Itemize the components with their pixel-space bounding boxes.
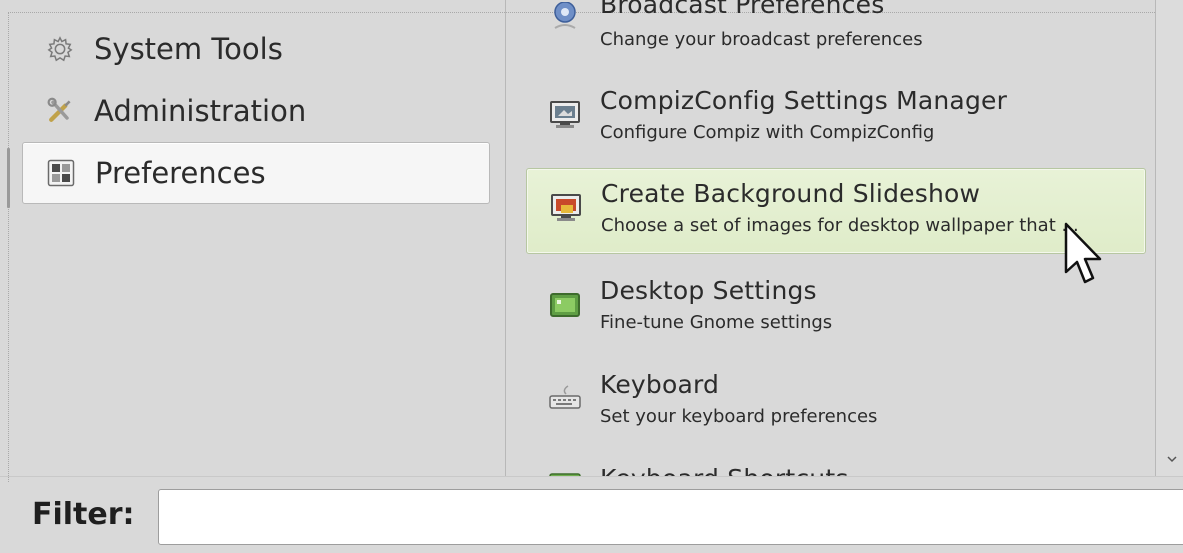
category-label: Preferences <box>95 156 266 190</box>
monitor-icon <box>548 100 582 130</box>
category-administration[interactable]: Administration <box>22 80 490 142</box>
category-label: System Tools <box>94 32 283 66</box>
app-name: CompizConfig Settings Manager <box>600 86 1008 115</box>
app-desktop-settings[interactable]: Desktop Settings Fine-tune Gnome setting… <box>526 270 1146 356</box>
app-broadcast-preferences[interactable]: Broadcast Preferences Change your broadc… <box>526 0 1146 54</box>
slideshow-icon <box>549 193 583 223</box>
broadcast-icon <box>548 1 582 32</box>
app-name: Broadcast Preferences <box>600 0 885 19</box>
tools-icon <box>46 97 74 125</box>
filter-input[interactable] <box>158 489 1183 545</box>
preferences-icon <box>47 159 75 187</box>
category-list: System Tools Administration Preferences <box>22 18 490 204</box>
window-left-border <box>8 12 9 482</box>
app-name: Desktop Settings <box>600 276 817 305</box>
app-description: Configure Compiz with CompizConfig <box>600 122 935 143</box>
app-name: Keyboard Shortcuts <box>600 464 849 476</box>
app-description: Choose a set of images for desktop wallp… <box>601 215 1079 236</box>
app-compizconfig-settings-manager[interactable]: CompizConfig Settings Manager Configure … <box>526 80 1146 166</box>
application-list: Broadcast Preferences Change your broadc… <box>506 0 1153 476</box>
category-system-tools[interactable]: System Tools <box>22 18 490 80</box>
pane-resize-handle[interactable] <box>7 148 10 208</box>
app-description: Change your broadcast preferences <box>600 29 923 50</box>
filter-bar: Filter: <box>0 476 1183 553</box>
app-create-background-slideshow[interactable]: Create Background Slideshow Choose a set… <box>526 168 1146 254</box>
app-keyboard[interactable]: Keyboard Set your keyboard preferences <box>526 364 1146 450</box>
app-description: Fine-tune Gnome settings <box>600 312 833 333</box>
app-keyboard-shortcuts[interactable]: Keyboard Shortcuts <box>526 458 1146 476</box>
app-name: Keyboard <box>600 370 720 399</box>
category-label: Administration <box>94 94 307 128</box>
category-preferences[interactable]: Preferences <box>22 142 490 204</box>
chevron-down-icon[interactable] <box>1166 450 1178 463</box>
desktop-settings-icon <box>548 290 582 320</box>
filter-label: Filter: <box>32 497 135 532</box>
gear-icon <box>46 35 74 63</box>
keyboard-icon <box>548 384 582 414</box>
mouse-cursor-icon <box>1062 222 1110 288</box>
app-name: Create Background Slideshow <box>601 179 981 208</box>
app-description: Set your keyboard preferences <box>600 406 878 427</box>
scrollbar[interactable] <box>1155 0 1183 476</box>
